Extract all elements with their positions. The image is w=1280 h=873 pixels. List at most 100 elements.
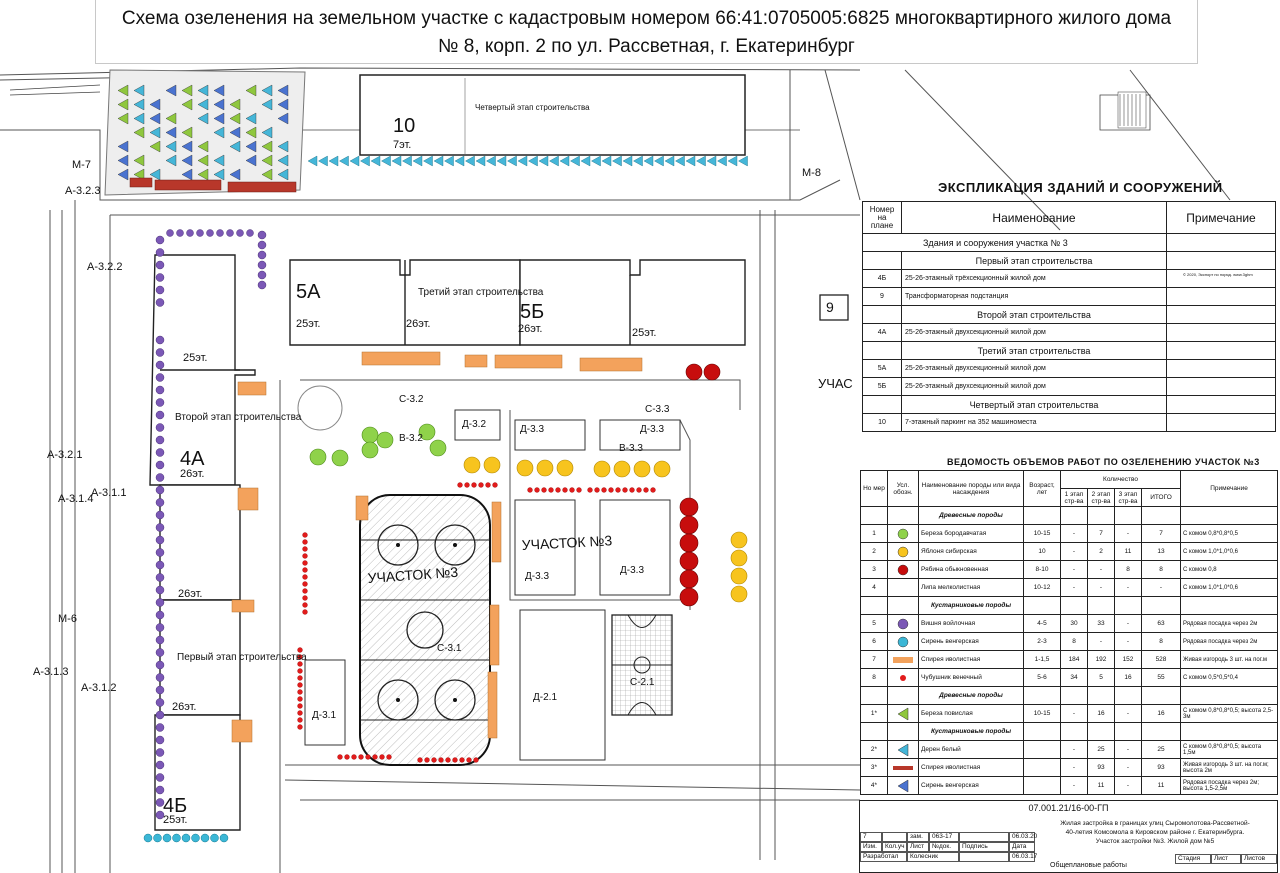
- vol-s3: 11: [1114, 542, 1142, 561]
- vol-col-s1: 1 этап стр-ва: [1060, 488, 1088, 507]
- cherry-circle: [155, 660, 165, 670]
- title-line-1: Схема озеленения на земельном участке с …: [121, 8, 1172, 29]
- vol-note: Рядовая посадка через 2м: [1180, 614, 1278, 633]
- lilac-triangle: [318, 155, 328, 167]
- mock-orange-dot: [452, 757, 458, 763]
- zone-d33-b: Д-3.3: [640, 424, 664, 435]
- expl-row-name: 25-26-этажный трёхсекционный жилой дом: [901, 269, 1167, 288]
- lilac-triangle: [570, 155, 580, 167]
- mock-orange-dot: [297, 689, 303, 695]
- zone-b32: В-3.2: [399, 433, 423, 444]
- legend-triangle-icon: [897, 707, 909, 720]
- building-10-floors: 7эт.: [393, 139, 411, 151]
- stamp-r1d: 06.03.20: [1009, 832, 1037, 842]
- vol-s2: 5: [1087, 668, 1115, 687]
- stamp-bottom: Общеплановые работы: [1050, 862, 1127, 869]
- vol-s1: -: [1060, 776, 1088, 795]
- lilac-triangle: [664, 155, 675, 167]
- expl-row: 9 Трансформаторная подстанция: [862, 287, 1276, 306]
- lilac-triangle: [685, 155, 696, 167]
- lilac-triangle: [727, 155, 738, 167]
- uchastok-label-2: УЧАСТОК №3: [521, 532, 612, 553]
- vol-row: 4 Липа мелколистная 10-12- - - - С комом 1,0*1…: [860, 578, 1278, 597]
- vol-s1: -: [1060, 560, 1088, 579]
- lilac-row: [307, 155, 748, 167]
- mock-orange-dot: [386, 754, 392, 760]
- rowan-trees: [679, 363, 721, 607]
- vol-section: Древесные породы: [918, 686, 1024, 705]
- vol-total: 55: [1141, 668, 1181, 687]
- legend-circle-icon: [897, 528, 909, 539]
- vol-age: 10-15: [1023, 704, 1061, 723]
- vol-s1: 184: [1060, 650, 1088, 669]
- mock-orange-dot: [365, 754, 371, 760]
- stage1-label: Первый этап строительства: [177, 652, 307, 663]
- cherry-circle: [155, 273, 165, 282]
- mock-orange-dot: [302, 546, 308, 552]
- stamp-sheet: Лист: [1211, 854, 1241, 864]
- vol-s1: -: [1060, 524, 1088, 543]
- vol-note: Живая изгородь 3 шт. на пог.м: [1180, 650, 1278, 669]
- cherry-circle: [166, 229, 174, 237]
- lilac-triangle: [717, 155, 727, 167]
- expl-col-num: Номер на плане: [862, 201, 902, 234]
- label-a323: А-3.2.3: [65, 185, 100, 197]
- vol-s1: 34: [1060, 668, 1088, 687]
- vol-col-num: Но мер: [860, 470, 888, 507]
- cherry-circle: [246, 229, 254, 237]
- vol-num: 6: [860, 632, 888, 651]
- mock-orange-dot: [650, 487, 656, 493]
- vol-s2: 25: [1087, 740, 1115, 759]
- cherry-circle: [155, 398, 165, 407]
- mock-orange-dot: [459, 757, 465, 763]
- lilac-triangle: [633, 155, 643, 167]
- mock-orange-dot: [302, 588, 308, 594]
- expl-col-note: Примечание: [1166, 201, 1276, 234]
- vol-name: Дерен белый: [918, 740, 1024, 759]
- vol-name: Сирень венгерская: [918, 632, 1024, 651]
- lilac-triangle: [696, 155, 706, 167]
- mock-orange-dot: [594, 487, 600, 493]
- vol-section: Древесные породы: [918, 506, 1024, 525]
- mock-orange-dot: [541, 487, 547, 493]
- vol-age: 1-1,5: [1023, 650, 1061, 669]
- mock-orange-dot: [379, 754, 385, 760]
- cherry-circle: [155, 685, 165, 695]
- vol-age: 2-3: [1023, 632, 1061, 651]
- vol-col-s3: 3 этап стр-ва: [1114, 488, 1142, 507]
- lilac-triangle: [654, 155, 664, 167]
- vol-s1: -: [1060, 758, 1088, 777]
- cherry-circle: [155, 260, 165, 270]
- cherry-circle: [155, 585, 165, 595]
- mock-orange-dot: [358, 754, 364, 760]
- cherry-circle: [155, 785, 165, 795]
- mock-orange-dot: [302, 581, 308, 587]
- building-10-stage: Четвертый этап строительства: [475, 103, 590, 112]
- mock-orange-dot: [424, 757, 430, 763]
- lilac-triangle: [391, 155, 402, 167]
- uchastok-edge-label: УЧАС: [818, 376, 853, 391]
- lilac-circle: [143, 833, 153, 843]
- lilac-circle: [219, 833, 229, 843]
- vol-s2: -: [1087, 632, 1115, 651]
- vol-col-name: Наименование породы или вида насаждения: [918, 470, 1024, 507]
- lilac-circle: [162, 833, 172, 843]
- vol-col-total: ИТОГО: [1141, 488, 1181, 507]
- mock-orange-dot: [302, 609, 308, 615]
- vol-name: Вишня войлочная: [918, 614, 1024, 633]
- volumes-table: Но мер Усл. обозн. Наименование породы и…: [860, 470, 1278, 795]
- mock-orange-dot: [562, 487, 568, 493]
- label-m8: М-8: [802, 167, 821, 179]
- mock-orange-dot: [337, 754, 343, 760]
- vol-num: 1: [860, 524, 888, 543]
- hockey-rink: [359, 494, 491, 766]
- mock-orange-dot: [351, 754, 357, 760]
- cherry-circle: [155, 760, 165, 770]
- zone-d32: Д-3.2: [462, 419, 486, 430]
- vol-row: 6 Сирень венгерская 2-3 8- -8 Рядовая посадка…: [860, 632, 1278, 651]
- lilac-triangle: [360, 155, 370, 167]
- cherry-circle: [155, 623, 165, 632]
- zone-d33-d: Д-3.3: [620, 565, 644, 576]
- expl-row: Второй этап строительства: [862, 305, 1276, 324]
- lilac-triangle: [528, 155, 538, 167]
